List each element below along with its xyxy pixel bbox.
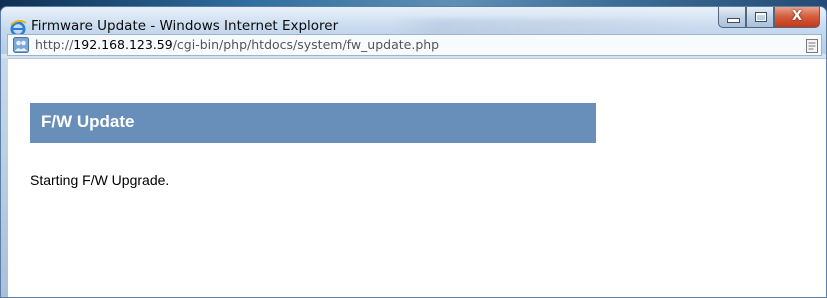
compatibility-view-icon[interactable] (806, 38, 818, 53)
url-prefix: http:// (35, 37, 74, 52)
maximize-icon (755, 12, 767, 22)
window-frame-edge (1, 58, 8, 297)
url-host: 192.168.123.59 (73, 37, 173, 52)
page-favicon-icon (13, 37, 29, 53)
minimize-icon (727, 18, 740, 23)
url-path: /cgi-bin/php/htdocs/system/fw_update.php (172, 37, 440, 52)
panel-header: F/W Update (30, 103, 596, 143)
close-button[interactable]: X (774, 7, 820, 28)
status-message: Starting F/W Upgrade. (30, 172, 170, 188)
minimize-button[interactable] (718, 7, 746, 28)
close-icon: X (791, 9, 803, 24)
page-content: F/W Update Starting F/W Upgrade. (1, 58, 826, 297)
caption-buttons: X (718, 7, 820, 29)
page-title: F/W Update (41, 112, 135, 131)
window-title: Firmware Update - Windows Internet Explo… (31, 18, 339, 34)
address-bar[interactable]: http://192.168.123.59/cgi-bin/php/htdocs… (7, 34, 822, 56)
maximize-button[interactable] (746, 7, 774, 28)
url-text[interactable]: http://192.168.123.59/cgi-bin/php/htdocs… (35, 37, 439, 52)
browser-window: Firmware Update - Windows Internet Explo… (0, 6, 827, 298)
